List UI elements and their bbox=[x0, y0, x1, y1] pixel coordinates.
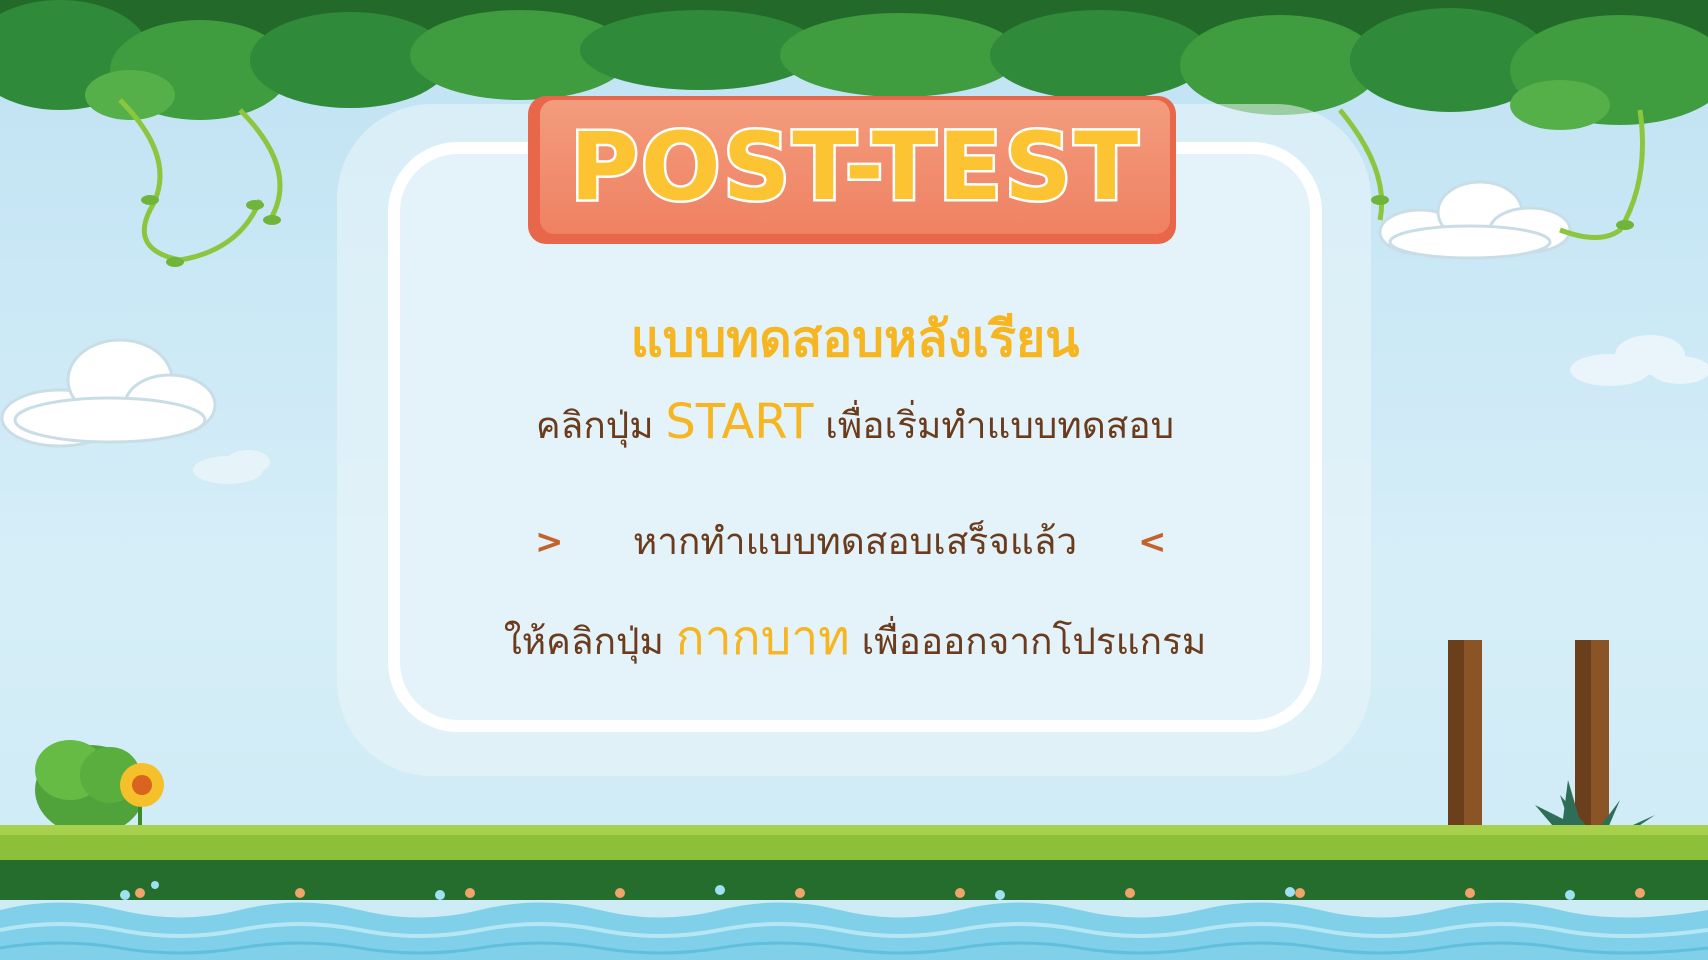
instruction-exit-before: ให้คลิกปุ่ม bbox=[503, 620, 664, 663]
left-chevron-icon: < bbox=[1138, 522, 1167, 562]
title-text: POST-TEST bbox=[567, 111, 1141, 225]
instruction-start-before: คลิกปุ่ม bbox=[535, 404, 654, 447]
start-keyword: START bbox=[665, 394, 814, 450]
game-scene: POST-TEST แบบทดสอบหลังเรียน คลิกปุ่ม STA… bbox=[0, 0, 1708, 960]
water bbox=[0, 902, 1708, 960]
cloud-icon bbox=[1570, 335, 1708, 386]
instruction-exit-after: เพื่อออกจากโปรแกรม bbox=[861, 620, 1207, 663]
cloud-icon bbox=[193, 450, 270, 484]
page-heading: แบบทดสอบหลังเรียน bbox=[630, 310, 1080, 368]
cloud-icon bbox=[0, 338, 217, 448]
instruction-finished: หากทำแบบทดสอบเสร็จแล้ว bbox=[632, 520, 1078, 563]
instruction-exit: ให้คลิกปุ่ม กากบาท เพื่อออกจากโปรแกรม bbox=[388, 600, 1322, 676]
instruction-start-after: เพื่อเริ่มทำแบบทดสอบ bbox=[825, 404, 1175, 447]
wooden-post-icon bbox=[1448, 640, 1609, 840]
instruction-start: คลิกปุ่ม START เพื่อเริ่มทำแบบทดสอบ bbox=[388, 394, 1322, 455]
exit-keyword: กากบาท bbox=[675, 610, 850, 666]
cloud-icon bbox=[1378, 180, 1572, 260]
